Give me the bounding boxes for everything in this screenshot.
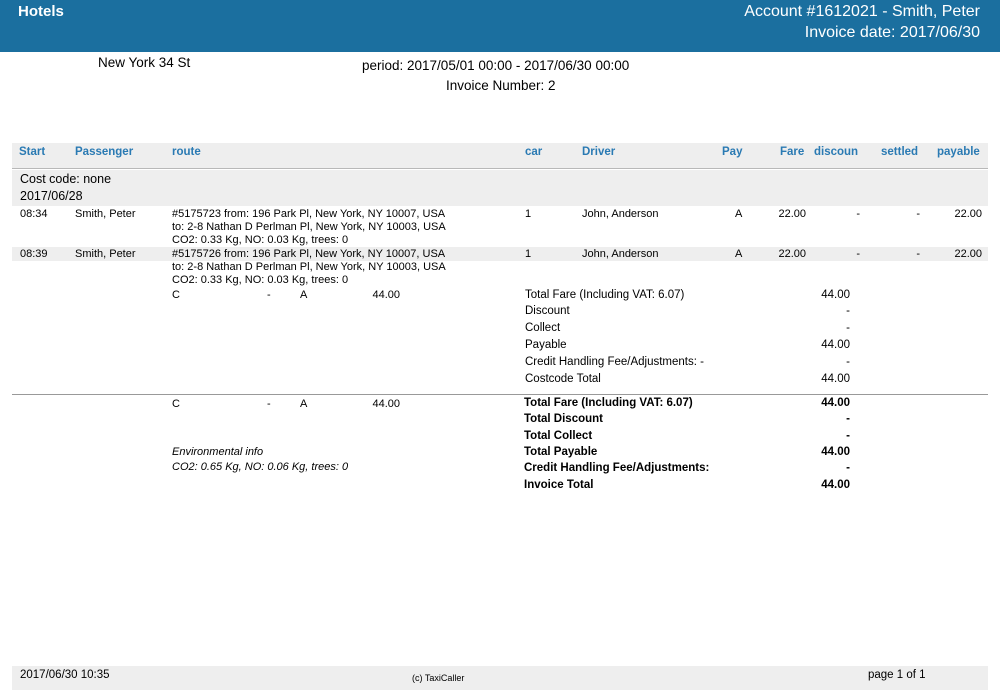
company-title: Hotels [18,3,64,20]
invoice-header: Hotels Account #1612021 - Smith, Peter I… [0,0,1000,52]
section-divider [12,394,988,395]
total-label: Invoice Total [524,479,594,491]
col-route: route [172,146,201,158]
summary-value: 44.00 [821,289,850,301]
summary-label: Total Fare (Including VAT: 6.07) [525,289,685,301]
cell-fare: 22.00 [778,208,806,220]
cell-route-from: #5175723 from: 196 Park Pl, New York, NY… [172,208,446,220]
total-value: - [846,462,850,474]
cell-driver: John, Anderson [582,208,659,220]
total-label: Credit Handling Fee/Adjustments: [524,462,710,474]
cell-payable: 22.00 [954,208,982,220]
cell-fare: 22.00 [778,248,806,260]
cell-env: CO2: 0.33 Kg, NO: 0.03 Kg, trees: 0 [172,274,349,286]
account-label: Account #1612021 - Smith, Peter [744,3,980,20]
col-driver: Driver [582,146,616,158]
col-pay: Pay [722,146,743,158]
pay-type: A [300,289,308,301]
footer-copyright: (c) TaxiCaller [412,673,465,683]
pay-dash: - [267,398,271,410]
summary-label: Credit Handling Fee/Adjustments: - [525,356,704,368]
col-passenger: Passenger [75,146,134,158]
cell-pay: A [735,208,743,220]
pay-type: A [300,398,308,410]
cell-start: 08:34 [20,208,48,220]
cell-car: 1 [525,208,532,220]
total-value: 44.00 [821,479,850,491]
summary-label: Costcode Total [525,373,601,385]
cell-car: 1 [525,248,532,260]
invoice-number: Invoice Number: 2 [446,78,556,93]
pay-amount: 44.00 [372,398,400,410]
summary-value: - [846,322,850,334]
cell-start: 08:39 [20,248,48,260]
cost-code-label: Cost code: none [20,172,112,186]
footer-timestamp: 2017/06/30 10:35 [20,669,110,681]
summary-value: - [846,305,850,317]
env-info-text: CO2: 0.65 Kg, NO: 0.06 Kg, trees: 0 [172,461,349,473]
cell-pay: A [735,248,743,260]
footer-page-number: page 1 of 1 [868,669,926,681]
col-start: Start [19,146,46,158]
total-label: Total Collect [524,430,593,442]
cost-code-group: Cost code: none 2017/06/28 [12,170,988,206]
location-name: New York 34 St [98,55,191,70]
total-value: - [846,430,850,442]
summary-value: - [846,356,850,368]
cell-driver: John, Anderson [582,248,659,260]
cell-passenger: Smith, Peter [75,248,136,260]
total-value: 44.00 [821,446,850,458]
col-payable: payable [937,146,980,158]
total-value: - [846,413,850,425]
total-label: Total Fare (Including VAT: 6.07) [524,397,693,409]
column-header-row: Start Passenger route car Driver Pay Far… [12,143,988,169]
summary-label: Discount [525,305,570,317]
total-value: 44.00 [821,397,850,409]
summary-value: 44.00 [821,373,850,385]
cell-discount: - [856,248,860,260]
total-label: Total Discount [524,413,604,425]
col-car: car [525,146,543,158]
pay-amount: 44.00 [372,289,400,301]
cell-route-from: #5175726 from: 196 Park Pl, New York, NY… [172,248,446,260]
col-discount: discoun [814,146,859,158]
cell-env: CO2: 0.33 Kg, NO: 0.03 Kg, trees: 0 [172,234,349,246]
invoice-date: Invoice date: 2017/06/30 [804,24,980,41]
period-range: period: 2017/05/01 00:00 - 2017/06/30 00… [362,58,630,73]
pay-code: C [172,289,180,301]
col-fare: Fare [780,146,805,158]
pay-dash: - [267,289,271,301]
pay-code: C [172,398,180,410]
summary-label: Collect [525,322,561,334]
cell-payable: 22.00 [954,248,982,260]
cell-settled: - [916,248,920,260]
cell-route-to: to: 2-8 Nathan D Perlman Pl, New York, N… [172,261,446,273]
date-group-label: 2017/06/28 [20,189,83,203]
cell-passenger: Smith, Peter [75,208,136,220]
page-footer: 2017/06/30 10:35 (c) TaxiCaller page 1 o… [12,666,988,690]
summary-value: 44.00 [821,339,850,351]
cell-discount: - [856,208,860,220]
cell-settled: - [916,208,920,220]
col-settled: settled [881,146,919,158]
total-label: Total Payable [524,446,598,458]
env-info-title: Environmental info [172,446,264,458]
cell-route-to: to: 2-8 Nathan D Perlman Pl, New York, N… [172,221,446,233]
summary-label: Payable [525,339,567,351]
